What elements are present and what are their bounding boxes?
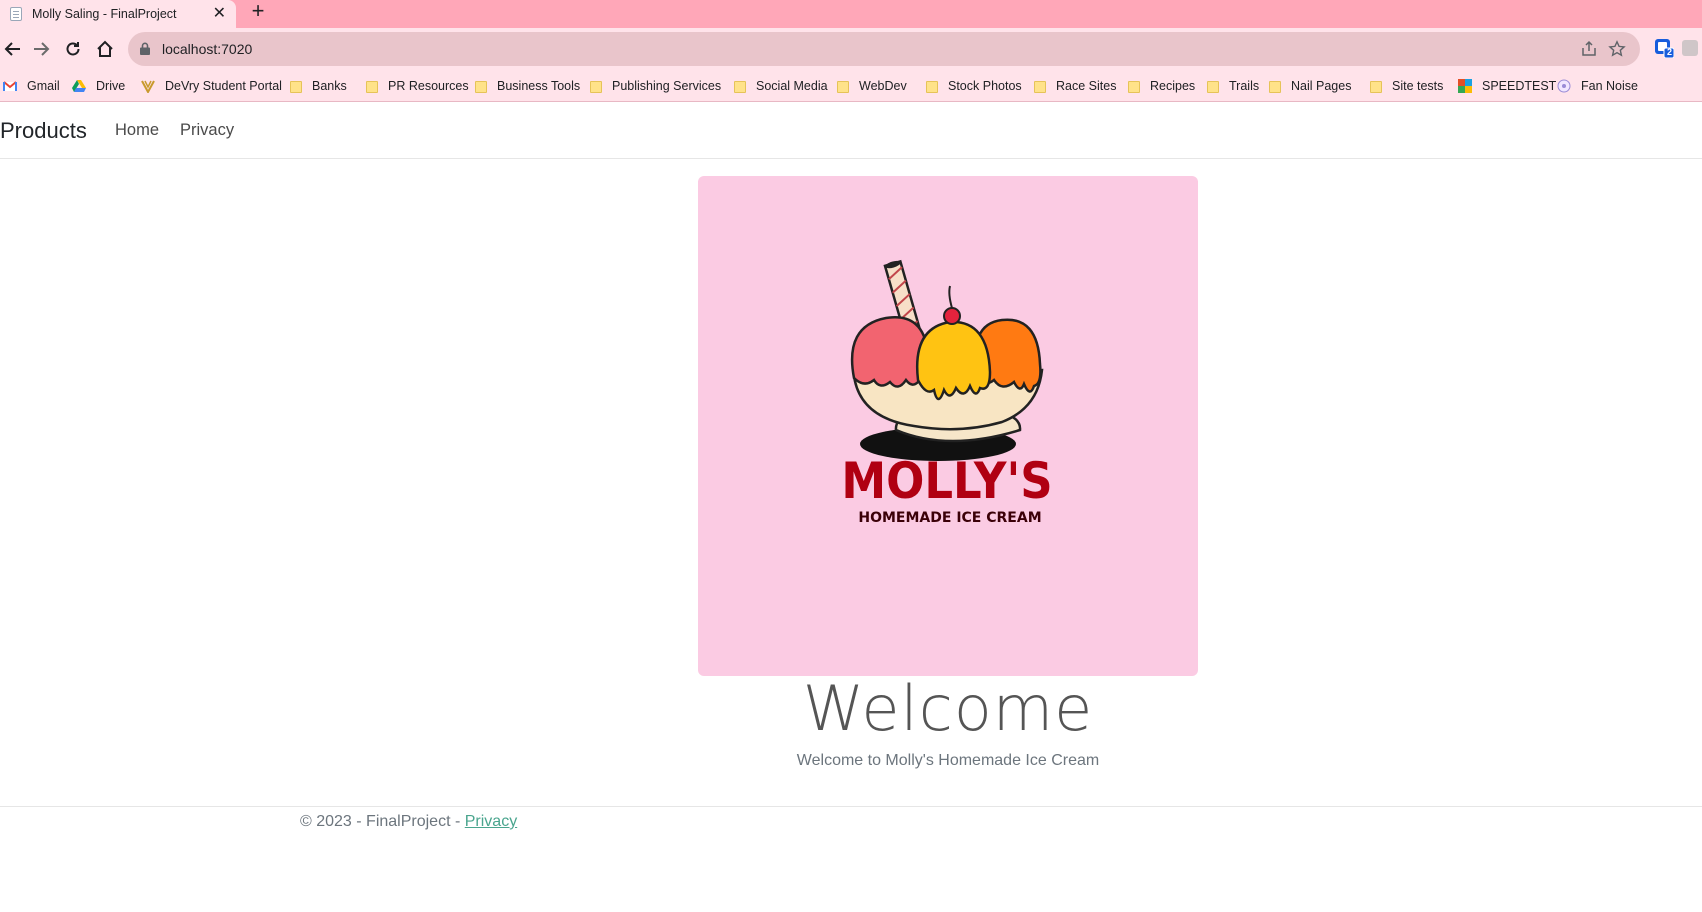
bookmark-webdev[interactable]: WebDev [837,77,907,95]
puzzle-extension-icon [1682,40,1698,56]
folder-icon [475,81,487,93]
bookmark-stock-photos[interactable]: Stock Photos [926,77,1022,95]
welcome-subtitle: Welcome to Molly's Homemade Ice Cream [796,752,1100,769]
bookmark-pr-resources[interactable]: PR Resources [366,77,469,95]
browser-toolbar: localhost:7020 2 [0,28,1702,70]
bookmark-label: SPEEDTEST [1482,79,1557,93]
bookmark-drive[interactable]: Drive [72,77,125,95]
bookmark-site-tests[interactable]: Site tests [1370,77,1443,95]
footer-copyright: © 2023 - FinalProject - Privacy [300,813,517,831]
bookmark-banks[interactable]: Banks [290,77,347,95]
forward-arrow-icon [34,42,50,56]
bookmark-label: Race Sites [1056,79,1117,93]
address-bar[interactable]: localhost:7020 [128,32,1640,66]
bookmark-label: Stock Photos [948,79,1022,93]
nav-link-privacy[interactable]: Privacy [180,121,234,140]
bookmark-publishing-services[interactable]: Publishing Services [590,77,721,95]
folder-icon [590,81,602,93]
gmail-icon [3,79,17,93]
devry-icon [141,79,155,95]
extension-icon[interactable]: 2 [1654,38,1675,59]
folder-icon [366,81,378,93]
bookmark-label: Publishing Services [612,79,722,93]
back-button[interactable] [0,36,26,62]
logo-subtitle: HOMEMADE ICE CREAM [858,510,1041,526]
home-icon [97,40,113,57]
active-tab[interactable]: Molly Saling - FinalProject ✕ [0,0,236,28]
bookmark-label: Gmail [27,79,60,93]
url-text: localhost:7020 [162,41,253,57]
nav-link-home[interactable]: Home [115,121,159,140]
bookmark-label: WebDev [859,79,907,93]
bookmark-label: Nail Pages [1291,79,1352,93]
folder-icon [290,81,302,93]
fan-noise-icon [1557,79,1571,93]
bookmark-nail-pages[interactable]: Nail Pages [1269,77,1351,95]
bookmark-devry-student-portal[interactable]: DeVry Student Portal [141,77,282,95]
folder-icon [926,81,938,93]
bookmark-label: Trails [1229,79,1260,93]
folder-icon [1128,81,1140,93]
share-icon[interactable] [1580,40,1598,58]
folder-icon [837,81,849,93]
bookmark-trails[interactable]: Trails [1207,77,1259,95]
bookmarks-bar: Gmail Drive DeVry Student Portal Banks PR Re… [0,70,1702,102]
tab-title: Molly Saling - FinalProject [32,7,177,21]
second-extension-icon[interactable] [1682,40,1702,60]
page-favicon-icon [10,7,22,21]
folder-icon [1370,81,1382,93]
drive-icon [72,79,86,93]
bookmark-label: DeVry Student Portal [165,79,282,93]
folder-icon [1207,81,1219,93]
ice-cream-sundae-logo: MOLLY'S HOMEMADE ICE CREAM [841,259,1053,526]
bookmark-race-sites[interactable]: Race Sites [1034,77,1116,95]
footer-copyright-text: © 2023 - FinalProject - [300,813,465,830]
welcome-heading: Welcome [802,672,1094,745]
back-arrow-icon [4,42,20,56]
new-tab-button[interactable]: + [246,0,270,24]
bookmark-label: Social Media [756,79,828,93]
speedtest-icon [1458,79,1472,93]
folder-icon [1269,81,1281,93]
forward-button[interactable] [28,36,54,62]
bookmark-gmail[interactable]: Gmail [3,77,60,95]
bookmark-label: Banks [312,79,347,93]
extension-badge: 2 [1667,47,1673,57]
reload-button[interactable] [60,36,86,62]
footer-privacy-link[interactable]: Privacy [465,813,517,830]
tab-strip: Molly Saling - FinalProject ✕ + [0,0,1702,28]
bookmark-business-tools[interactable]: Business Tools [475,77,580,95]
bookmark-label: Site tests [1392,79,1444,93]
bookmark-label: Fan Noise [1581,79,1638,93]
reload-icon [66,42,80,56]
home-button[interactable] [92,36,118,62]
site-navbar: Products Home Privacy [0,102,1702,159]
bookmark-star-icon[interactable] [1608,40,1626,58]
navbar-brand[interactable]: Products [0,118,87,144]
bookmark-label: Recipes [1150,79,1196,93]
bookmark-label: PR Resources [388,79,469,93]
close-tab-icon[interactable]: ✕ [213,4,226,24]
bookmark-speedtest[interactable]: SPEEDTEST [1458,77,1556,95]
bookmark-recipes[interactable]: Recipes [1128,77,1195,95]
lock-icon [140,42,150,55]
logo-title: MOLLY'S [841,452,1052,510]
bookmark-label: Business Tools [497,79,581,93]
folder-icon [1034,81,1046,93]
bookmark-label: Drive [96,79,126,93]
bookmark-fan-noise[interactable]: Fan Noise [1557,77,1638,95]
folder-icon [734,81,746,93]
bookmark-social-media[interactable]: Social Media [734,77,828,95]
page-footer: © 2023 - FinalProject - Privacy [0,806,1702,846]
logo-image: MOLLY'S HOMEMADE ICE CREAM [698,176,1198,676]
